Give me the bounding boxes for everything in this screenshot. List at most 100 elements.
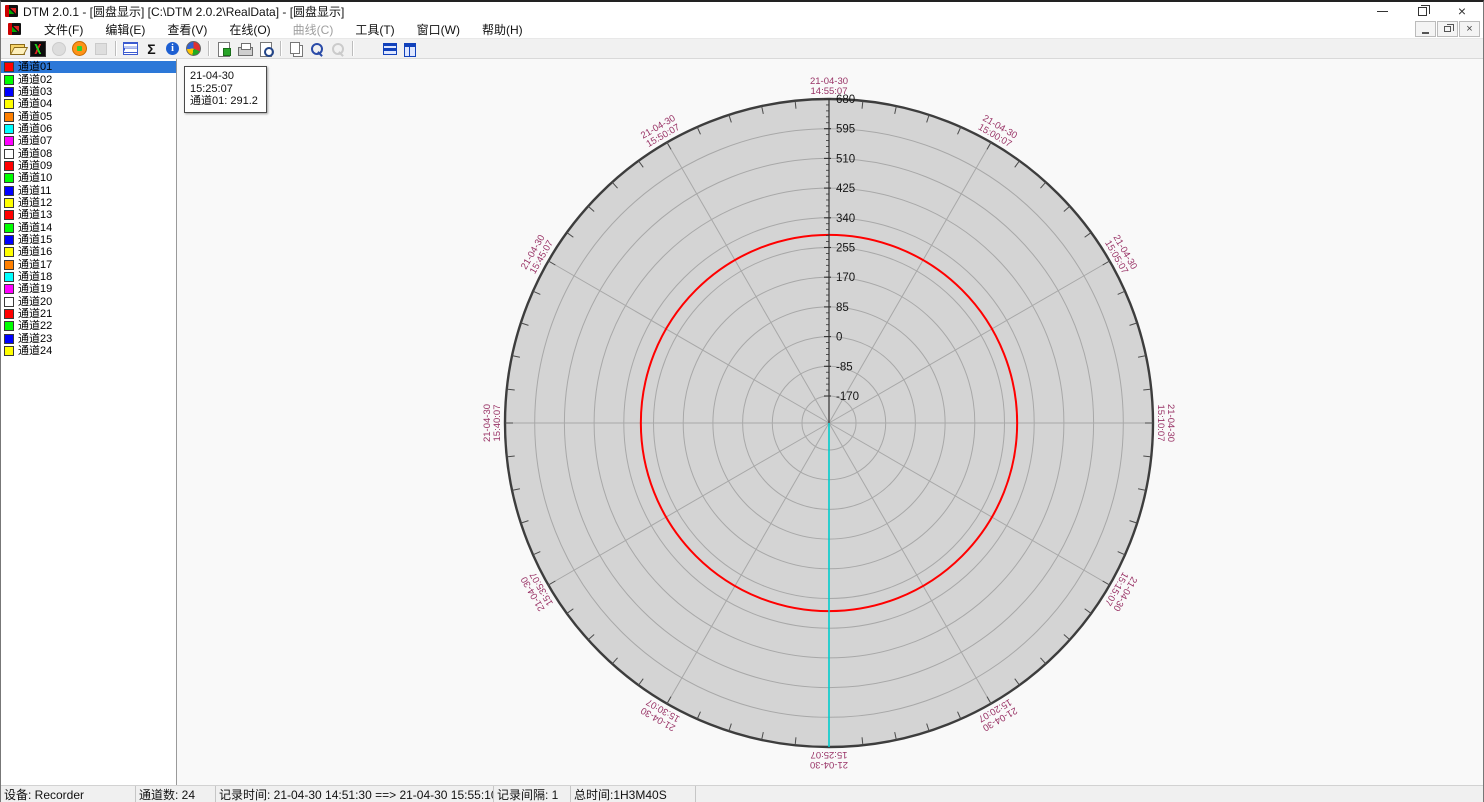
record-button[interactable] (69, 40, 90, 58)
cascade-windows-icon (360, 41, 376, 57)
channel-item[interactable]: 通道15 (1, 234, 176, 246)
tile-horizontal-button[interactable] (378, 40, 399, 58)
channel-item[interactable]: 通道13 (1, 209, 176, 221)
child-close-icon: × (1466, 24, 1472, 34)
menu-item-7[interactable]: 窗口(W) (406, 19, 471, 40)
channel-item[interactable]: 通道08 (1, 147, 176, 159)
record-icon (72, 41, 88, 57)
minimize-icon (1377, 11, 1388, 12)
tile-vertical-button[interactable] (399, 40, 420, 58)
channel-label: 通道02 (18, 74, 52, 86)
channel-item[interactable]: 通道04 (1, 98, 176, 110)
channel-color-chip (4, 334, 14, 344)
time-axis-label: 21-04-3015:10:07 (1155, 404, 1175, 442)
channel-label: 通道08 (18, 148, 52, 160)
channel-item[interactable]: 通道22 (1, 320, 176, 332)
channel-item[interactable]: 通道01 (1, 61, 176, 73)
menu-item-6[interactable]: 工具(T) (344, 19, 405, 40)
toolbar-separator (352, 41, 353, 56)
channel-item[interactable]: 通道05 (1, 110, 176, 122)
sum-button[interactable] (141, 40, 162, 58)
channel-label: 通道09 (18, 160, 52, 172)
channel-color-chip (4, 186, 14, 196)
title-bar: DTM 2.0.1 - [圆盘显示] [C:\DTM 2.0.2\RealDat… (1, 2, 1483, 20)
data-table-button[interactable] (120, 40, 141, 58)
channel-item[interactable]: 通道07 (1, 135, 176, 147)
export-button[interactable] (213, 40, 234, 58)
channel-label: 通道13 (18, 209, 52, 221)
time-label-time: 15:10:07 (1155, 404, 1165, 442)
menu-item-8[interactable]: 帮助(H) (471, 19, 534, 40)
channel-color-chip (4, 136, 14, 146)
pie-icon (186, 41, 202, 57)
close-button[interactable]: × (1455, 4, 1469, 18)
menu-item-2[interactable]: 编辑(E) (94, 19, 156, 40)
zoom-gray-button (327, 40, 348, 58)
channel-item[interactable]: 通道09 (1, 160, 176, 172)
tooltip-date: 21-04-30 (190, 70, 258, 83)
channel-item[interactable]: 通道24 (1, 345, 176, 357)
status-section-5: 总时间:1H3M40S (571, 786, 696, 802)
toolbar (1, 39, 1483, 59)
channel-item[interactable]: 通道18 (1, 271, 176, 283)
channel-item[interactable]: 通道23 (1, 333, 176, 345)
axis-tick-label: 170 (836, 272, 855, 284)
info-button[interactable] (162, 40, 183, 58)
tile-vertical-icon (402, 41, 418, 57)
copy-icon (288, 41, 304, 57)
stop-button (90, 40, 111, 58)
axis-tick-label: -170 (836, 391, 859, 403)
channel-label: 通道04 (18, 98, 52, 110)
channel-item[interactable]: 通道02 (1, 73, 176, 85)
channel-color-chip (4, 112, 14, 122)
channel-item[interactable]: 通道06 (1, 123, 176, 135)
pie-button[interactable] (183, 40, 204, 58)
channel-item[interactable]: 通道20 (1, 296, 176, 308)
channel-color-chip (4, 87, 14, 97)
menu-item-5: 曲线(C) (282, 19, 345, 40)
channel-item[interactable]: 通道11 (1, 184, 176, 196)
channel-label: 通道23 (18, 333, 52, 345)
trend-chart-button[interactable] (27, 40, 48, 58)
polar-chart-canvas[interactable]: 680595510425340255170850-85-170 (177, 59, 1483, 785)
status-section-3: 记录时间: 21-04-30 14:51:30 ==> 21-04-30 15:… (216, 786, 494, 802)
channel-color-chip (4, 260, 14, 270)
axis-tick-label: 0 (836, 332, 842, 344)
channel-item[interactable]: 通道21 (1, 308, 176, 320)
open-file-icon (9, 41, 25, 57)
toolbar-separator (208, 41, 209, 56)
minimize-button[interactable] (1375, 4, 1389, 18)
child-minimize-icon (1422, 32, 1429, 34)
print-button[interactable] (234, 40, 255, 58)
restore-button[interactable] (1415, 4, 1429, 18)
record-gray-icon (51, 41, 67, 57)
axis-tick-label: 425 (836, 183, 855, 195)
menu-item-3[interactable]: 查看(V) (156, 19, 218, 40)
child-restore-button[interactable] (1437, 21, 1458, 37)
print-preview-button[interactable] (255, 40, 276, 58)
polar-chart-panel[interactable]: 680595510425340255170850-85-170 21-04-30… (177, 59, 1483, 785)
channel-item[interactable]: 通道19 (1, 283, 176, 295)
channel-label: 通道14 (18, 222, 52, 234)
channel-item[interactable]: 通道14 (1, 221, 176, 233)
menu-item-4[interactable]: 在线(O) (218, 19, 281, 40)
sum-icon (144, 41, 160, 57)
copy-button[interactable] (285, 40, 306, 58)
channel-item[interactable]: 通道03 (1, 86, 176, 98)
open-file-button[interactable] (6, 40, 27, 58)
channel-item[interactable]: 通道12 (1, 197, 176, 209)
cascade-windows-button[interactable] (357, 40, 378, 58)
channel-color-chip (4, 149, 14, 159)
menu-item-1[interactable]: 文件(F) (33, 19, 94, 40)
child-minimize-button[interactable] (1415, 21, 1436, 37)
channel-color-chip (4, 198, 14, 208)
channel-list: 通道01通道02通道03通道04通道05通道06通道07通道08通道09通道10… (1, 59, 177, 785)
channel-item[interactable]: 通道16 (1, 246, 176, 258)
channel-item[interactable]: 通道17 (1, 259, 176, 271)
zoom-button[interactable] (306, 40, 327, 58)
channel-item[interactable]: 通道10 (1, 172, 176, 184)
child-close-button[interactable]: × (1459, 21, 1480, 37)
tooltip-channel-value: 通道01: 291.2 (190, 95, 258, 108)
child-window-controls: × (1415, 21, 1483, 37)
time-label-date: 21-04-30 (1165, 404, 1175, 442)
